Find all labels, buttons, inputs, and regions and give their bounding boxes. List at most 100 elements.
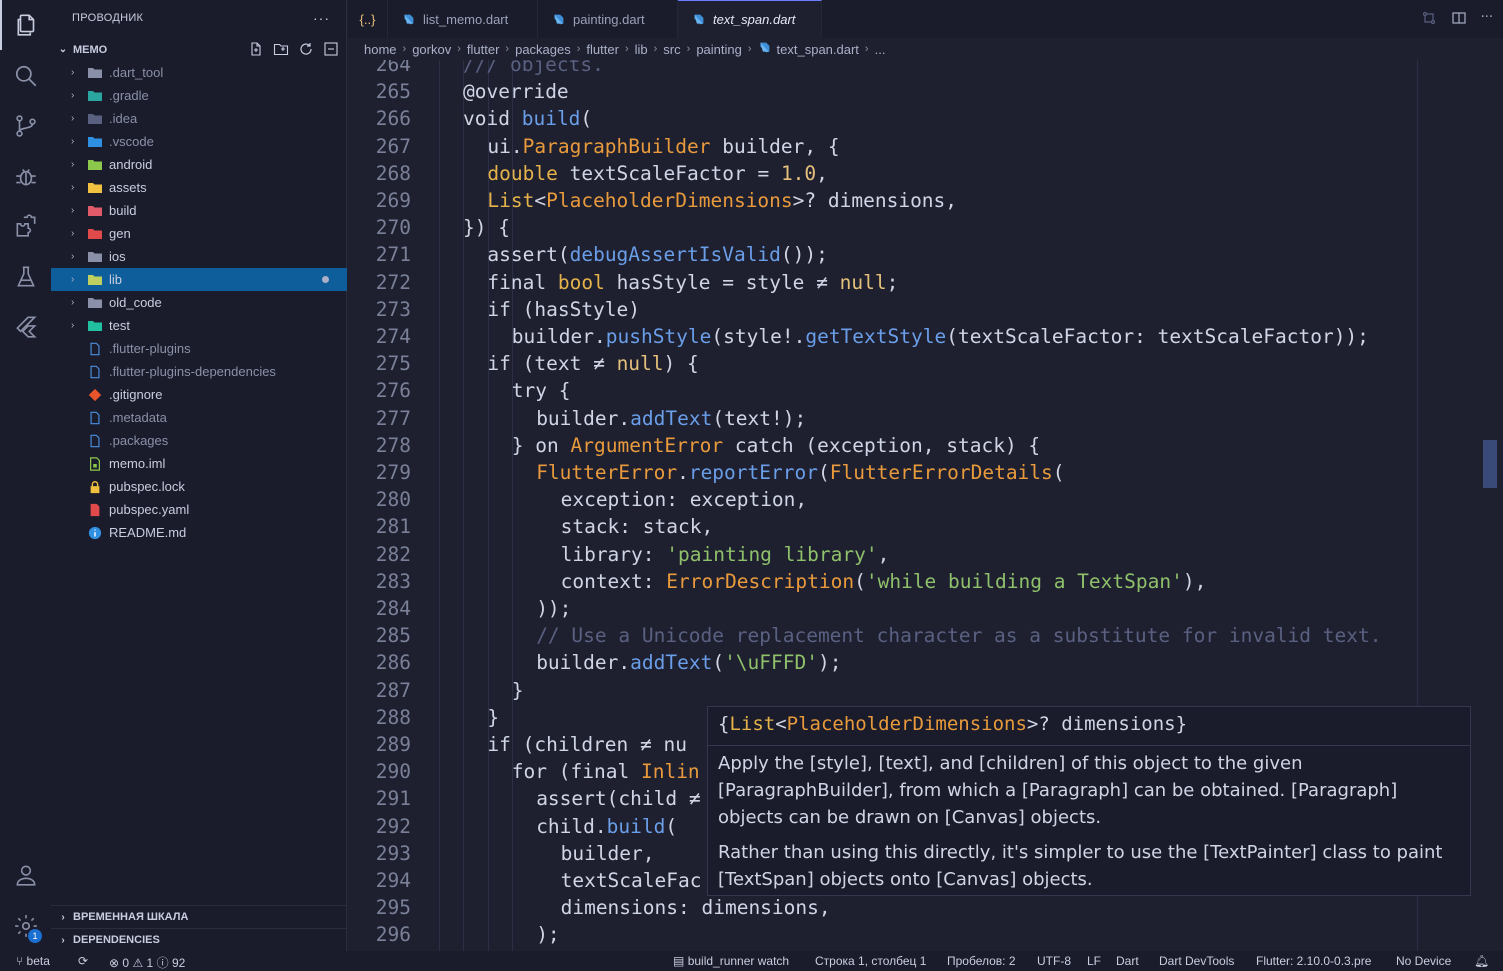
- tab-painting[interactable]: painting.dart: [538, 0, 678, 38]
- tree-folder[interactable]: › .vscode: [51, 130, 347, 153]
- language-status[interactable]: Dart: [1116, 954, 1139, 968]
- code-line: 265 @override: [348, 78, 1498, 105]
- tree-folder[interactable]: › .dart_tool: [51, 61, 347, 84]
- source-control-icon[interactable]: [0, 101, 51, 151]
- breadcrumb-item[interactable]: text_span.dart: [777, 42, 859, 57]
- breadcrumb-item[interactable]: gorkov: [412, 42, 451, 57]
- tree-file[interactable]: memo.iml: [51, 452, 347, 475]
- tree-file[interactable]: .metadata: [51, 406, 347, 429]
- refresh-icon[interactable]: [298, 41, 314, 57]
- code-line: 269 List<PlaceholderDimensions>? dimensio…: [348, 187, 1498, 214]
- flutter-icon[interactable]: [0, 302, 51, 352]
- explorer-icon[interactable]: [0, 0, 51, 50]
- split-editor-icon[interactable]: [1451, 10, 1467, 30]
- file-icon: [87, 410, 103, 426]
- flutter-version-status[interactable]: Flutter: 2.10.0-0.3.pre: [1256, 954, 1371, 968]
- tree-item-label: test: [109, 318, 130, 333]
- code-text: @override: [463, 80, 569, 104]
- device-status[interactable]: No Device: [1396, 954, 1451, 968]
- tree-folder[interactable]: › build: [51, 199, 347, 222]
- tree-folder[interactable]: › test: [51, 314, 347, 337]
- tree-folder[interactable]: › ios: [51, 245, 347, 268]
- dart-icon: [758, 41, 771, 57]
- breadcrumb-item[interactable]: home: [364, 42, 397, 57]
- tree-folder[interactable]: › gen: [51, 222, 347, 245]
- code-line: 275 if (text ≠ null) {: [348, 350, 1498, 377]
- breadcrumb-item[interactable]: packages: [515, 42, 571, 57]
- tab-list-memo[interactable]: list_memo.dart: [388, 0, 538, 38]
- code-line: 267 ui.ParagraphBuilder builder, {: [348, 133, 1498, 160]
- debug-icon[interactable]: [0, 151, 51, 201]
- task-status[interactable]: ▤ build_runner watch: [673, 954, 789, 968]
- tree-file[interactable]: .gitignore: [51, 383, 347, 406]
- line-number: 290: [375, 760, 411, 784]
- account-icon[interactable]: [0, 850, 51, 900]
- task-icon: ▤: [673, 954, 685, 968]
- tree-item-label: .dart_tool: [109, 65, 164, 80]
- tree-folder[interactable]: › assets: [51, 176, 347, 199]
- settings-icon[interactable]: 1: [0, 901, 51, 951]
- section-dependencies[interactable]: › DEPENDENCIES: [51, 928, 347, 951]
- tree-file[interactable]: .flutter-plugins: [51, 337, 347, 360]
- code-text: } on ArgumentError catch (exception, sta…: [511, 433, 1041, 457]
- breadcrumb-item[interactable]: flutter: [586, 42, 619, 57]
- breadcrumb-item[interactable]: src: [663, 42, 680, 57]
- notifications-icon[interactable]: 🔔︎: [1474, 954, 1489, 968]
- breadcrumb-item[interactable]: lib: [635, 42, 648, 57]
- line-number: 275: [375, 352, 411, 376]
- tree-item-label: build: [109, 203, 137, 218]
- tab-label: {..}: [359, 11, 376, 27]
- tab-label: list_memo.dart: [423, 11, 509, 27]
- breadcrumb-separator-icon: ›: [624, 43, 629, 55]
- collapse-all-icon[interactable]: [323, 41, 339, 57]
- breadcrumb-item[interactable]: painting: [696, 42, 742, 57]
- search-icon[interactable]: [0, 51, 51, 101]
- scrollbar-thumb[interactable]: [1483, 440, 1497, 488]
- tree-file[interactable]: pubspec.yaml: [51, 498, 347, 521]
- modified-dot: [322, 276, 329, 283]
- cursor-position[interactable]: Строка 1, столбец 1: [815, 954, 926, 968]
- line-number: 269: [375, 189, 411, 212]
- more-actions-icon[interactable]: ···: [313, 10, 330, 26]
- hover-tooltip: {List<PlaceholderDimensions>? dimensions…: [707, 706, 1471, 896]
- tree-file[interactable]: .flutter-plugins-dependencies: [51, 360, 347, 383]
- chevron-right-icon: ›: [71, 297, 75, 308]
- section-memo[interactable]: ⌄ MEMO: [51, 38, 347, 61]
- tree-folder[interactable]: › android: [51, 153, 347, 176]
- indentation-status[interactable]: Пробелов: 2: [947, 954, 1016, 968]
- tab-text-span[interactable]: text_span.dart: [678, 0, 822, 38]
- tree-folder[interactable]: › .gradle: [51, 84, 347, 107]
- more-icon[interactable]: ···: [1481, 10, 1493, 30]
- tree-folder[interactable]: › .idea: [51, 107, 347, 130]
- line-number: 284: [375, 597, 411, 620]
- error-count: 0: [122, 956, 130, 970]
- encoding-status[interactable]: UTF-8: [1037, 954, 1071, 968]
- git-compare-icon[interactable]: [1421, 10, 1437, 30]
- tree-folder[interactable]: › old_code: [51, 291, 347, 314]
- tree-file[interactable]: .packages: [51, 429, 347, 452]
- extensions-icon[interactable]: [0, 201, 51, 251]
- code-text: // Use a Unicode replacement character a…: [536, 624, 1382, 648]
- folder-icon: [87, 134, 103, 150]
- sync-icon[interactable]: ⟳: [78, 954, 88, 968]
- code-line: 282 library: 'painting library',: [348, 541, 1498, 568]
- breadcrumb-separator-icon: ›: [653, 43, 658, 55]
- new-file-icon[interactable]: [248, 41, 264, 57]
- tree-file[interactable]: README.md: [51, 521, 347, 544]
- eol-status[interactable]: LF: [1087, 954, 1101, 968]
- testing-icon[interactable]: [0, 252, 51, 302]
- section-timeline[interactable]: › ВРЕМЕННАЯ ШКАЛА: [51, 905, 347, 928]
- tree-file[interactable]: pubspec.lock: [51, 475, 347, 498]
- tab-json[interactable]: {..}: [348, 0, 388, 38]
- problems-status[interactable]: ⊗ 0 ⚠ 1 ⓘ 92: [109, 954, 185, 971]
- code-text: if (text ≠ null) {: [487, 352, 699, 376]
- tree-folder[interactable]: › lib: [51, 268, 347, 291]
- tree-item-label: .flutter-plugins: [109, 341, 191, 356]
- breadcrumb-item[interactable]: flutter: [467, 42, 500, 57]
- new-folder-icon[interactable]: [273, 41, 289, 57]
- breadcrumb-item[interactable]: ...: [875, 42, 886, 57]
- error-icon: ⊗: [109, 956, 120, 970]
- branch-status[interactable]: ⑂ beta: [16, 954, 50, 968]
- tree-item-label: lib: [109, 272, 123, 287]
- devtools-status[interactable]: Dart DevTools: [1159, 954, 1234, 968]
